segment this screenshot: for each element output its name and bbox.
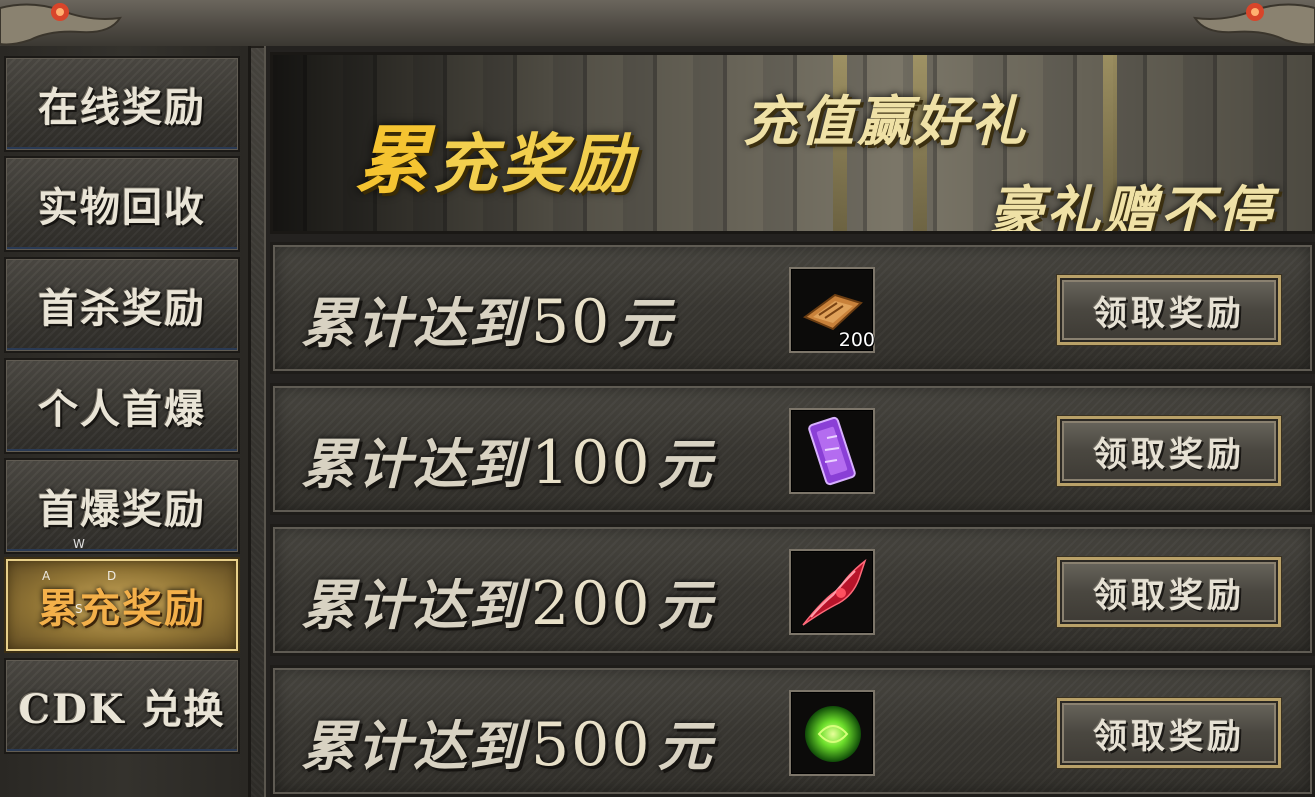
- reward-row: 累计达到 500 元 领取奖励: [270, 665, 1315, 797]
- requirement-prefix: 累计达到: [301, 432, 525, 496]
- requirement-unit: 元: [657, 432, 714, 496]
- reward-row: 累计达到 50 元 200 领取奖励: [270, 242, 1315, 374]
- sidebar-item-first-kill-reward[interactable]: 首杀奖励: [4, 257, 240, 353]
- claim-reward-label: 领取奖励: [1093, 434, 1245, 475]
- requirement-prefix: 累计达到: [301, 291, 525, 355]
- green-orb-icon: [805, 706, 861, 762]
- banner-title-first: 累: [355, 118, 433, 204]
- reward-item-slot[interactable]: [789, 690, 875, 776]
- reward-item-slot[interactable]: [789, 408, 875, 494]
- reward-requirement: 累计达到 500 元: [301, 702, 714, 781]
- top-ornament-bar: [0, 0, 1315, 48]
- sidebar-item-label: 首爆奖励: [38, 486, 206, 533]
- requirement-unit: 元: [657, 714, 714, 778]
- sidebar-item-personal-first-drop[interactable]: 个人首爆: [4, 358, 240, 454]
- requirement-amount: 200: [531, 569, 652, 639]
- requirement-amount: 100: [531, 428, 652, 498]
- sidebar-item-label: 首杀奖励: [38, 285, 206, 332]
- banner-slogan-line1: 充值赢好礼: [743, 89, 1028, 153]
- sidebar-item-recharge-reward[interactable]: 累充奖励: [4, 557, 240, 653]
- reward-item-slot[interactable]: [789, 549, 875, 635]
- claim-reward-label: 领取奖励: [1093, 575, 1245, 616]
- sidebar-item-item-recycle[interactable]: 实物回收: [4, 156, 240, 252]
- banner-slogan-line2: 豪礼赠不停: [989, 179, 1274, 234]
- reward-requirement: 累计达到 50 元: [301, 279, 673, 358]
- sidebar-item-label: CDK 兑换: [18, 686, 226, 733]
- requirement-unit: 元: [657, 573, 714, 637]
- claim-reward-label: 领取奖励: [1093, 716, 1245, 757]
- sidebar-item-first-drop-reward[interactable]: 首爆奖励: [4, 458, 240, 554]
- sidebar-item-online-reward[interactable]: 在线奖励: [4, 56, 240, 152]
- item-quantity: 200: [838, 329, 875, 351]
- requirement-prefix: 累计达到: [301, 573, 525, 637]
- sidebar-item-label: 实物回收: [38, 184, 206, 231]
- requirement-amount: 500: [531, 710, 652, 780]
- claim-reward-button[interactable]: 领取奖励: [1057, 275, 1281, 345]
- reward-requirement: 累计达到 100 元: [301, 420, 714, 499]
- reward-row: 累计达到 200 元 领取奖励: [270, 524, 1315, 656]
- recharge-banner: 累充奖励 充值赢好礼 豪礼赠不停: [270, 52, 1315, 234]
- banner-title: 累充奖励: [355, 101, 637, 208]
- sidebar-item-label: 在线奖励: [38, 84, 206, 131]
- requirement-unit: 元: [617, 291, 674, 355]
- claim-reward-button[interactable]: 领取奖励: [1057, 698, 1281, 768]
- reward-requirement: 累计达到 200 元: [301, 561, 714, 640]
- sidebar-item-label: 累充奖励: [38, 585, 206, 632]
- banner-title-rest: 充奖励: [433, 127, 637, 202]
- reward-item-slot[interactable]: 200: [789, 267, 875, 353]
- purple-token-icon: [808, 416, 856, 486]
- sidebar-item-cdk-redeem[interactable]: CDK 兑换: [4, 658, 240, 754]
- claim-reward-button[interactable]: 领取奖励: [1057, 557, 1281, 627]
- claim-reward-button[interactable]: 领取奖励: [1057, 416, 1281, 486]
- dragon-ornament-icon: [1193, 3, 1315, 46]
- dragon-ornament-icon: [0, 3, 122, 46]
- requirement-amount: 50: [531, 287, 612, 357]
- sidebar-item-label: 个人首爆: [38, 386, 206, 433]
- claim-reward-label: 领取奖励: [1093, 293, 1245, 334]
- reward-row: 累计达到 100 元 领取奖励: [270, 383, 1315, 515]
- requirement-prefix: 累计达到: [301, 714, 525, 778]
- red-wings-icon: [802, 558, 867, 626]
